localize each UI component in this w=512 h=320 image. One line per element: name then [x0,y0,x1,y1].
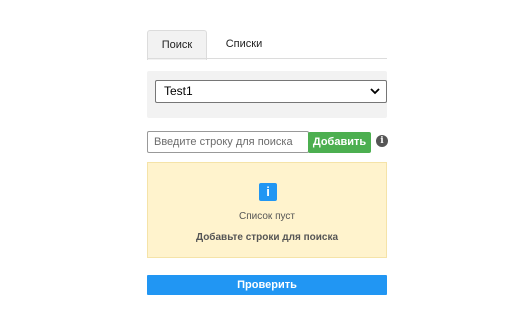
tab-search[interactable]: Поиск [147,30,207,60]
search-input[interactable] [147,131,309,153]
empty-list-panel: i Список пуст Добавьте строки для поиска [147,162,387,258]
empty-list-title: Список пуст [239,211,295,222]
chevron-down-icon [370,88,380,95]
tab-bar: Поиск Списки [147,30,387,60]
list-select-panel: Test1 [147,71,387,118]
list-select-value: Test1 [164,84,193,98]
info-badge-icon: i [259,183,277,201]
check-button[interactable]: Проверить [147,275,387,295]
list-select[interactable]: Test1 [155,80,387,103]
empty-list-hint: Добавьте строки для поиска [195,232,339,243]
tab-lists[interactable]: Списки [215,30,273,58]
info-icon[interactable]: i [376,135,388,147]
search-row: Добавить i [147,131,392,153]
tab-divider [147,58,387,59]
add-button[interactable]: Добавить [308,132,371,153]
